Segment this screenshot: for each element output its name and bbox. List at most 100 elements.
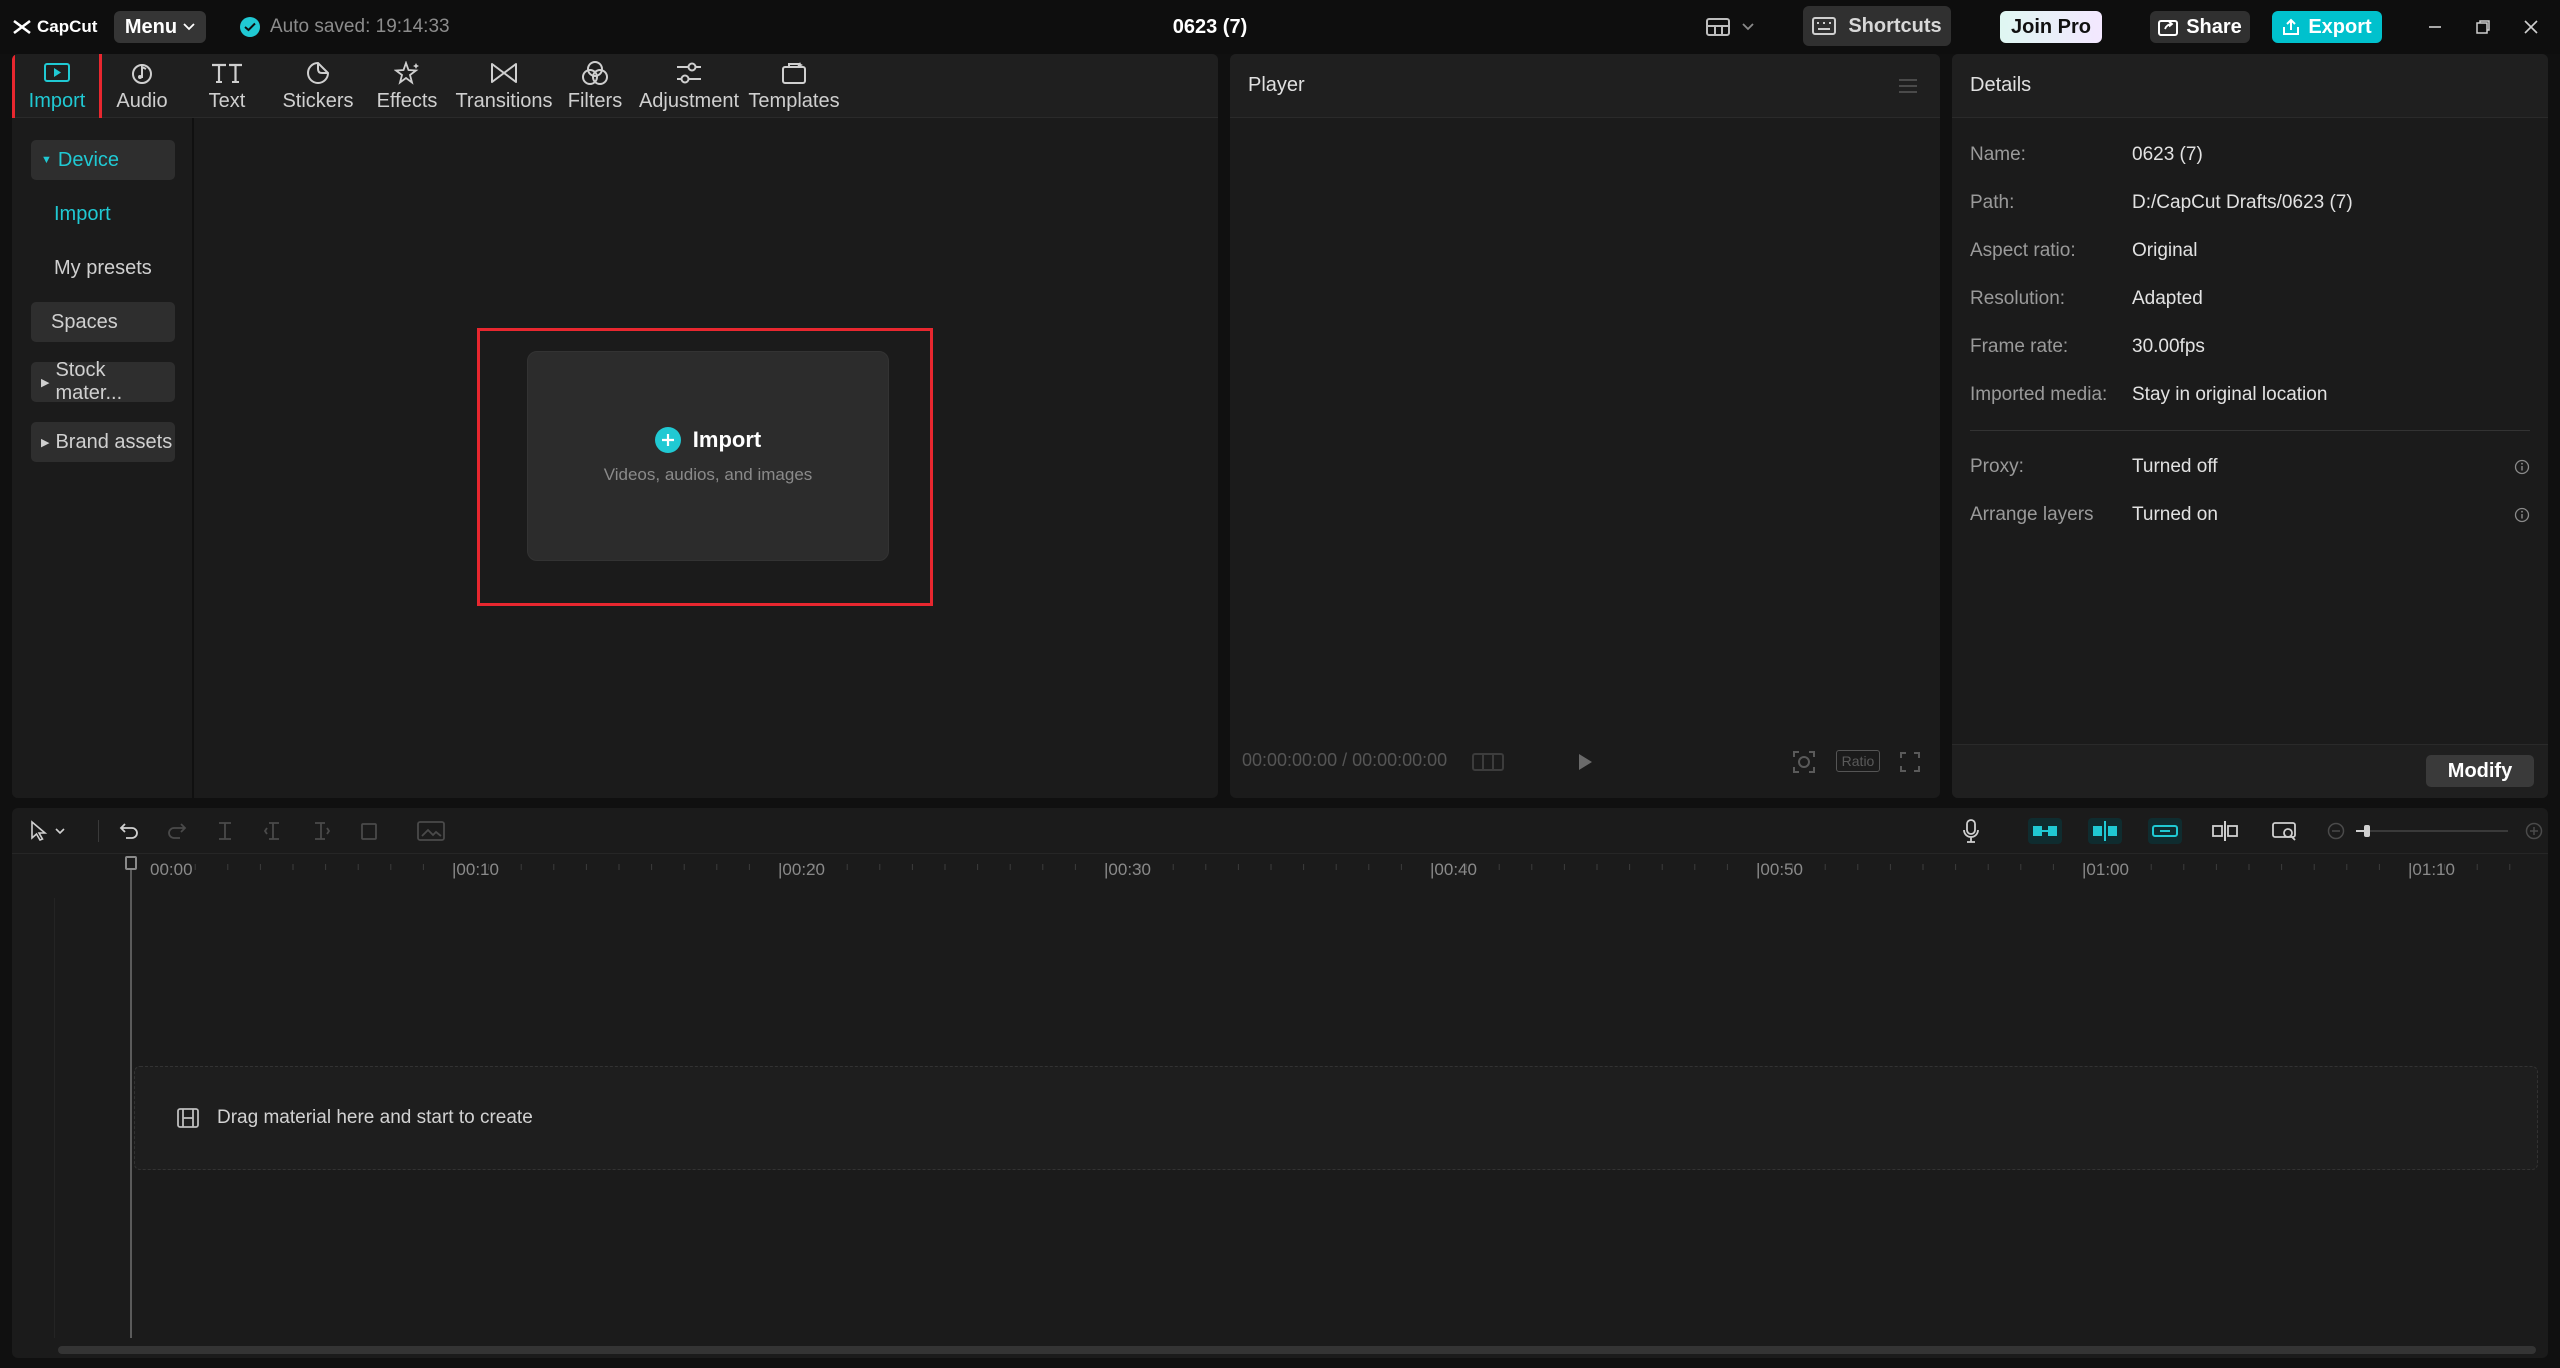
timeline-toolbar [12, 808, 2548, 854]
hamburger-menu-icon[interactable] [1898, 78, 1918, 94]
tab-audio[interactable]: Audio [110, 54, 174, 118]
delete-button[interactable] [356, 818, 382, 844]
play-icon[interactable] [1576, 752, 1594, 772]
share-label: Share [2186, 15, 2242, 38]
caret-right-icon: ▶ [41, 376, 50, 389]
minimize-icon [2429, 26, 2441, 28]
share-button[interactable]: Share [2150, 11, 2250, 43]
redo-icon [168, 823, 187, 839]
linkage-button[interactable] [2148, 818, 2182, 844]
tab-label: Effects [376, 89, 438, 112]
share-icon [2158, 20, 2179, 36]
detail-key: Name: [1970, 144, 2026, 165]
layout-button[interactable] [1706, 14, 1754, 40]
zoom-out-button[interactable] [2326, 818, 2346, 844]
playhead[interactable] [130, 858, 132, 1338]
details-header: Details [1952, 54, 2548, 118]
media-toolbar: Import Audio Text Stickers Effects Trans… [12, 54, 1218, 122]
tab-transitions[interactable]: Transitions [452, 54, 556, 118]
import-tab-highlight [12, 54, 102, 122]
detail-key: Frame rate: [1970, 336, 2069, 357]
tab-filters[interactable]: Filters [560, 54, 630, 118]
title-bar: CapCut Menu Auto saved: 19:14:33 0623 (7… [0, 0, 2560, 54]
preview-axis-button[interactable] [2210, 818, 2240, 844]
timeline-drop-zone[interactable]: Drag material here and start to create [134, 1066, 2538, 1170]
export-icon [2283, 18, 2300, 35]
tab-label: Filters [567, 89, 623, 112]
player-title: Player [1248, 74, 1305, 96]
sidebar-item-device[interactable]: ▼ Device [31, 140, 175, 180]
fullscreen-icon[interactable] [1900, 752, 1920, 772]
snapshot-icon[interactable] [1792, 750, 1816, 774]
microphone-icon [1963, 819, 1979, 843]
main-track-magnet-button[interactable] [2028, 818, 2062, 844]
detail-value: Turned off [2132, 456, 2218, 477]
tab-templates[interactable]: Templates [748, 54, 840, 118]
split-icon [219, 822, 231, 840]
zoom-in-button[interactable] [2524, 818, 2544, 844]
sidebar-item-label: Import [54, 202, 111, 225]
drop-zone-text: Drag material here and start to create [217, 1107, 533, 1128]
help-icon[interactable] [2514, 459, 2530, 475]
import-sublabel: Videos, audios, and images [603, 465, 813, 484]
adjustment-sliders-icon [677, 62, 701, 83]
ratio-button[interactable]: Ratio [1836, 750, 1880, 772]
tab-stickers[interactable]: Stickers [278, 54, 358, 118]
image-frame-icon [417, 821, 445, 841]
detail-row-path: Path: D:/CapCut Drafts/0623 (7) [1970, 190, 2530, 216]
close-button[interactable] [2518, 14, 2544, 40]
select-tool-button[interactable] [26, 818, 70, 844]
tab-text[interactable]: Text [202, 54, 252, 118]
record-audio-button[interactable] [1958, 818, 1984, 844]
auto-snapping-button[interactable] [2088, 818, 2122, 844]
film-icon [177, 1108, 199, 1128]
sidebar-item-stock-material[interactable]: ▶ Stock mater... [31, 359, 175, 404]
media-sidebar: ▼ Device Import My presets Spaces ▶ Stoc… [12, 118, 194, 798]
detail-key: Arrange layers [1970, 504, 2094, 525]
details-panel: Details Name: 0623 (7) Path: D:/CapCut D… [1952, 54, 2548, 798]
restore-button[interactable] [2470, 14, 2496, 40]
redo-button[interactable] [164, 818, 190, 844]
split-button[interactable] [212, 818, 238, 844]
detail-row-aspect-ratio: Aspect ratio: Original [1970, 238, 2530, 264]
player-controls: 00:00:00:00 / 00:00:00:00 Ratio [1230, 746, 1940, 776]
zoom-in-icon [2525, 822, 2543, 840]
details-title: Details [1970, 74, 2032, 96]
autosave-text: Auto saved: 19:14:33 [270, 16, 450, 37]
menu-button[interactable]: Menu [114, 11, 206, 43]
restore-icon [2476, 20, 2490, 34]
close-icon [2524, 20, 2538, 34]
export-button[interactable]: Export [2272, 11, 2382, 43]
sidebar-item-import[interactable]: Import [31, 194, 175, 234]
import-card[interactable]: Import Videos, audios, and images [527, 351, 889, 561]
minimize-button[interactable] [2422, 14, 2448, 40]
timeline-ruler[interactable]: 00:00 |00:10 |00:20 |00:30 |00:40 |00:50… [12, 854, 2548, 884]
tab-label: Stickers [282, 89, 354, 112]
shortcuts-label: Shortcuts [1848, 14, 1942, 37]
undo-icon [119, 823, 138, 839]
tab-label: Transitions [455, 89, 553, 112]
timeline-horizontal-scrollbar[interactable] [58, 1346, 2536, 1354]
ruler-label: |00:40 [1430, 860, 1477, 879]
tab-import[interactable]: Import [12, 54, 102, 122]
delete-left-button[interactable] [260, 818, 286, 844]
modify-button[interactable]: Modify [2426, 755, 2534, 787]
zoom-to-fit-button[interactable] [2270, 818, 2300, 844]
ruler-label: |00:20 [778, 860, 825, 879]
import-label: Import [692, 427, 762, 452]
zoom-slider[interactable] [2354, 818, 2510, 844]
add-marker-button[interactable] [414, 818, 448, 844]
sidebar-item-my-presets[interactable]: My presets [31, 248, 175, 288]
tab-effects[interactable]: Effects [372, 54, 442, 118]
tab-adjustment[interactable]: Adjustment [638, 54, 740, 118]
join-pro-button[interactable]: Join Pro [2000, 11, 2102, 43]
detail-value: Stay in original location [2132, 384, 2328, 405]
sidebar-item-spaces[interactable]: Spaces [31, 302, 175, 342]
detail-key: Resolution: [1970, 288, 2066, 309]
undo-button[interactable] [116, 818, 142, 844]
playhead-handle[interactable] [125, 856, 137, 870]
help-icon[interactable] [2514, 507, 2530, 523]
shortcuts-button[interactable]: Shortcuts [1803, 6, 1951, 46]
delete-right-button[interactable] [308, 818, 334, 844]
sidebar-item-brand-assets[interactable]: ▶ Brand assets [31, 422, 175, 462]
